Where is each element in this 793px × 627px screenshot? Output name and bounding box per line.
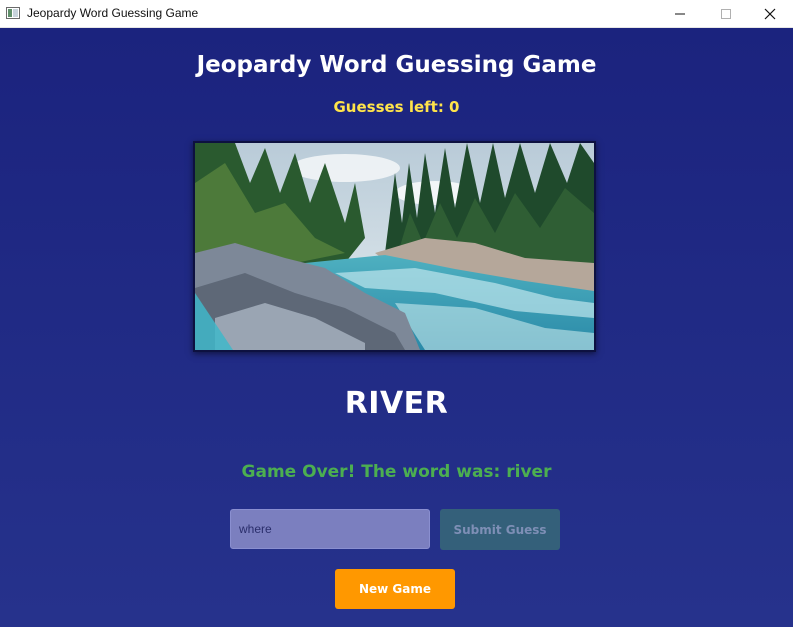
submit-guess-button[interactable]: Submit Guess <box>440 509 560 550</box>
app-window: Jeopardy Word Guessing Game Jeopardy Wor… <box>0 0 793 627</box>
game-status-message: Game Over! The word was: river <box>241 462 552 482</box>
game-area: Jeopardy Word Guessing Game Guesses left… <box>0 28 793 627</box>
minimize-icon <box>675 13 685 15</box>
revealed-word: RIVER <box>344 386 449 421</box>
title-bar: Jeopardy Word Guessing Game <box>0 0 793 28</box>
game-title: Jeopardy Word Guessing Game <box>196 52 597 78</box>
close-icon <box>764 8 776 20</box>
river-landscape-image <box>193 141 596 352</box>
guesses-left: Guesses left: 0 <box>333 98 460 116</box>
minimize-button[interactable] <box>657 0 703 28</box>
new-game-button[interactable]: New Game <box>335 569 455 609</box>
maximize-icon <box>721 9 731 19</box>
window-title: Jeopardy Word Guessing Game <box>27 6 199 20</box>
maximize-button[interactable] <box>703 0 749 28</box>
close-button[interactable] <box>747 0 793 28</box>
app-icon <box>6 7 20 19</box>
guess-input[interactable] <box>230 509 430 549</box>
